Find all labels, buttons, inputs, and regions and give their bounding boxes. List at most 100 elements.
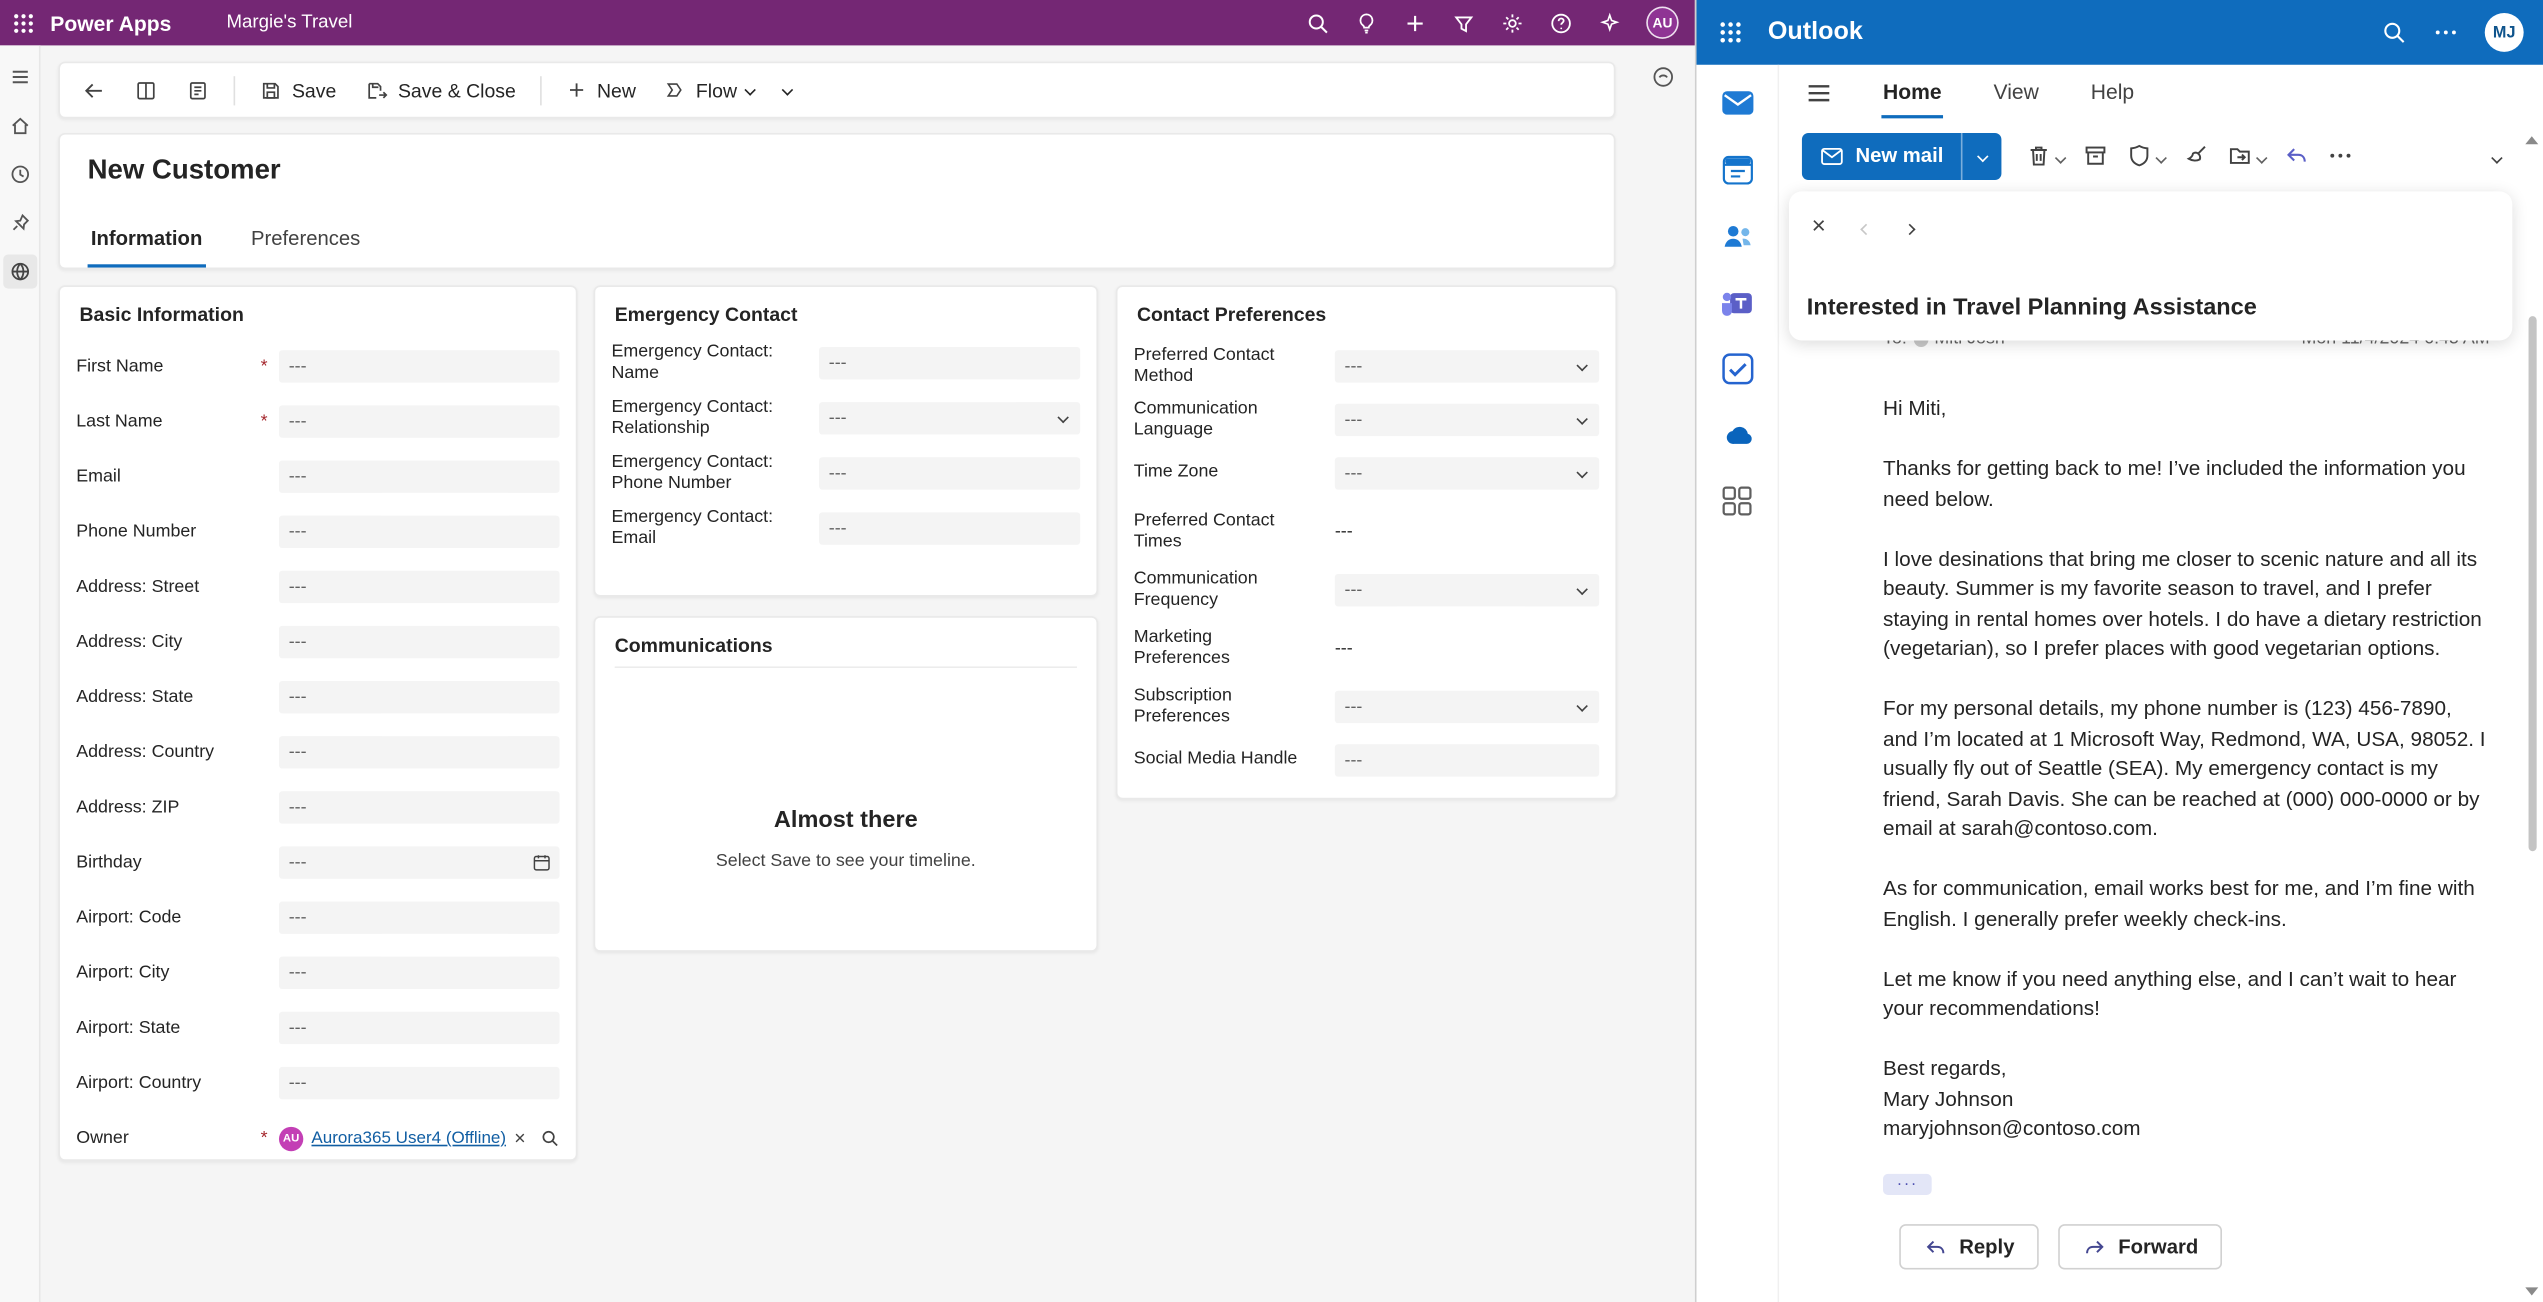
quick-reply-button[interactable] bbox=[2284, 143, 2310, 169]
account-avatar[interactable]: MJ bbox=[2484, 12, 2524, 52]
search-icon[interactable] bbox=[1306, 11, 1330, 35]
forward-button[interactable]: Forward bbox=[2058, 1224, 2223, 1270]
calendar-icon[interactable] bbox=[1718, 151, 1755, 188]
required-asterisk: * bbox=[260, 411, 268, 431]
tab-view[interactable]: View bbox=[1992, 67, 2041, 117]
scrollbar[interactable] bbox=[2524, 136, 2540, 1296]
text-input[interactable]: --- bbox=[278, 901, 560, 934]
previous-message-icon[interactable] bbox=[1859, 214, 1872, 238]
lookup-field[interactable]: AU Aurora365 User4 (Offline) × bbox=[278, 1122, 560, 1154]
lookup-record-link[interactable]: Aurora365 User4 (Offline) bbox=[311, 1128, 506, 1147]
dropdown[interactable]: --- bbox=[1334, 689, 1600, 723]
field-value: --- bbox=[828, 353, 847, 373]
mail-icon[interactable] bbox=[1718, 84, 1755, 121]
app-area-icon[interactable] bbox=[2, 254, 37, 289]
archive-button[interactable] bbox=[2083, 143, 2109, 169]
text-input[interactable]: --- bbox=[278, 570, 560, 604]
readonly-value: --- bbox=[1335, 632, 1599, 664]
lightbulb-icon[interactable] bbox=[1354, 11, 1378, 35]
new-mail-split-chevron[interactable] bbox=[1961, 132, 2002, 180]
move-to-folder-button[interactable] bbox=[2227, 143, 2268, 169]
next-message-icon[interactable] bbox=[1903, 214, 1916, 238]
dropdown[interactable]: --- bbox=[1334, 573, 1600, 606]
text-input[interactable]: --- bbox=[819, 457, 1081, 490]
more-ribbon-button[interactable] bbox=[2328, 143, 2354, 169]
text-input[interactable]: --- bbox=[278, 956, 560, 990]
new-mail-button[interactable]: New mail bbox=[1801, 132, 2002, 180]
side-pane-toggle-icon[interactable] bbox=[1651, 65, 1675, 89]
tab-information[interactable]: Information bbox=[87, 212, 206, 268]
menu-hamburger-icon[interactable] bbox=[2, 60, 36, 94]
text-input[interactable]: --- bbox=[278, 680, 560, 714]
message-paragraph: Hi Miti, bbox=[1883, 395, 1947, 420]
field-value: --- bbox=[1344, 409, 1363, 429]
remove-value-icon[interactable]: × bbox=[514, 1128, 525, 1147]
tab-preferences[interactable]: Preferences bbox=[248, 212, 364, 267]
app-title[interactable]: Power Apps bbox=[50, 11, 171, 35]
flow-button[interactable]: Flow bbox=[652, 69, 768, 111]
account-avatar[interactable]: AU bbox=[1646, 6, 1679, 39]
search-records-icon[interactable] bbox=[540, 1128, 559, 1147]
text-input[interactable]: --- bbox=[278, 460, 560, 493]
scroll-up-icon[interactable] bbox=[2525, 136, 2539, 145]
environment-name[interactable]: Margie's Travel bbox=[227, 13, 353, 32]
dropdown[interactable]: --- bbox=[819, 402, 1081, 435]
home-icon[interactable] bbox=[2, 109, 36, 143]
back-button[interactable] bbox=[70, 69, 119, 111]
text-input[interactable]: --- bbox=[278, 515, 560, 549]
teams-icon[interactable] bbox=[1718, 284, 1755, 321]
recent-clock-icon[interactable] bbox=[2, 157, 36, 191]
waffle-icon[interactable] bbox=[13, 12, 34, 33]
text-input[interactable]: --- bbox=[278, 350, 560, 383]
text-input[interactable]: --- bbox=[819, 346, 1081, 380]
more-apps-icon[interactable] bbox=[1719, 483, 1755, 519]
text-input[interactable]: --- bbox=[278, 1011, 560, 1045]
close-icon[interactable]: × bbox=[1812, 214, 1826, 238]
ribbon-collapse-icon[interactable] bbox=[2491, 141, 2503, 170]
text-input[interactable]: --- bbox=[278, 736, 560, 769]
text-input[interactable]: --- bbox=[278, 1066, 560, 1100]
reply-button[interactable]: Reply bbox=[1899, 1224, 2039, 1270]
scroll-down-icon[interactable] bbox=[2525, 1287, 2539, 1296]
message-paragraph: For my personal details, my phone number… bbox=[1883, 695, 2486, 840]
date-input[interactable]: --- bbox=[278, 846, 560, 879]
filter-icon[interactable] bbox=[1452, 11, 1476, 35]
delete-button[interactable] bbox=[2026, 143, 2067, 169]
people-icon[interactable] bbox=[1718, 217, 1755, 254]
field-row: Emergency Contact: Email --- bbox=[611, 504, 1081, 553]
more-commands-button[interactable] bbox=[771, 69, 805, 111]
search-icon[interactable] bbox=[2381, 19, 2407, 45]
scrollbar-thumb[interactable] bbox=[2527, 316, 2536, 852]
report-shield-button[interactable] bbox=[2127, 143, 2168, 169]
section-basic-information: Basic Information First Name * --- Last Nam… bbox=[58, 285, 578, 1161]
text-input[interactable]: --- bbox=[1334, 743, 1600, 776]
tab-home[interactable]: Home bbox=[1881, 67, 1944, 118]
copilot-sparkle-icon[interactable] bbox=[1598, 11, 1622, 35]
text-input[interactable]: --- bbox=[278, 625, 560, 659]
show-trimmed-content-button[interactable]: ··· bbox=[1883, 1173, 1932, 1195]
text-input[interactable]: --- bbox=[278, 791, 560, 824]
text-input[interactable]: --- bbox=[819, 512, 1081, 545]
focused-view-icon[interactable] bbox=[122, 69, 171, 111]
dropdown[interactable]: --- bbox=[1334, 402, 1600, 436]
waffle-icon[interactable] bbox=[1719, 21, 1742, 44]
pinned-pin-icon[interactable] bbox=[2, 206, 36, 240]
form-icon[interactable] bbox=[174, 69, 223, 111]
more-options-icon[interactable] bbox=[2433, 19, 2459, 45]
save-button[interactable]: Save bbox=[247, 69, 350, 111]
field-label: Communication Language bbox=[1133, 398, 1258, 439]
new-record-button[interactable]: New bbox=[553, 69, 649, 111]
help-icon[interactable] bbox=[1549, 11, 1573, 35]
hamburger-icon[interactable] bbox=[1805, 79, 1833, 107]
todo-icon[interactable] bbox=[1718, 350, 1755, 387]
reply-label: Reply bbox=[1959, 1235, 2015, 1259]
text-input[interactable]: --- bbox=[278, 405, 560, 438]
settings-gear-icon[interactable] bbox=[1500, 11, 1524, 35]
dropdown[interactable]: --- bbox=[1334, 349, 1600, 382]
onedrive-icon[interactable] bbox=[1718, 417, 1755, 454]
tab-help[interactable]: Help bbox=[2089, 67, 2136, 117]
add-icon[interactable] bbox=[1403, 11, 1427, 35]
sweep-button[interactable] bbox=[2183, 143, 2209, 169]
dropdown[interactable]: --- bbox=[1334, 456, 1600, 489]
save-and-close-button[interactable]: Save & Close bbox=[353, 69, 529, 111]
